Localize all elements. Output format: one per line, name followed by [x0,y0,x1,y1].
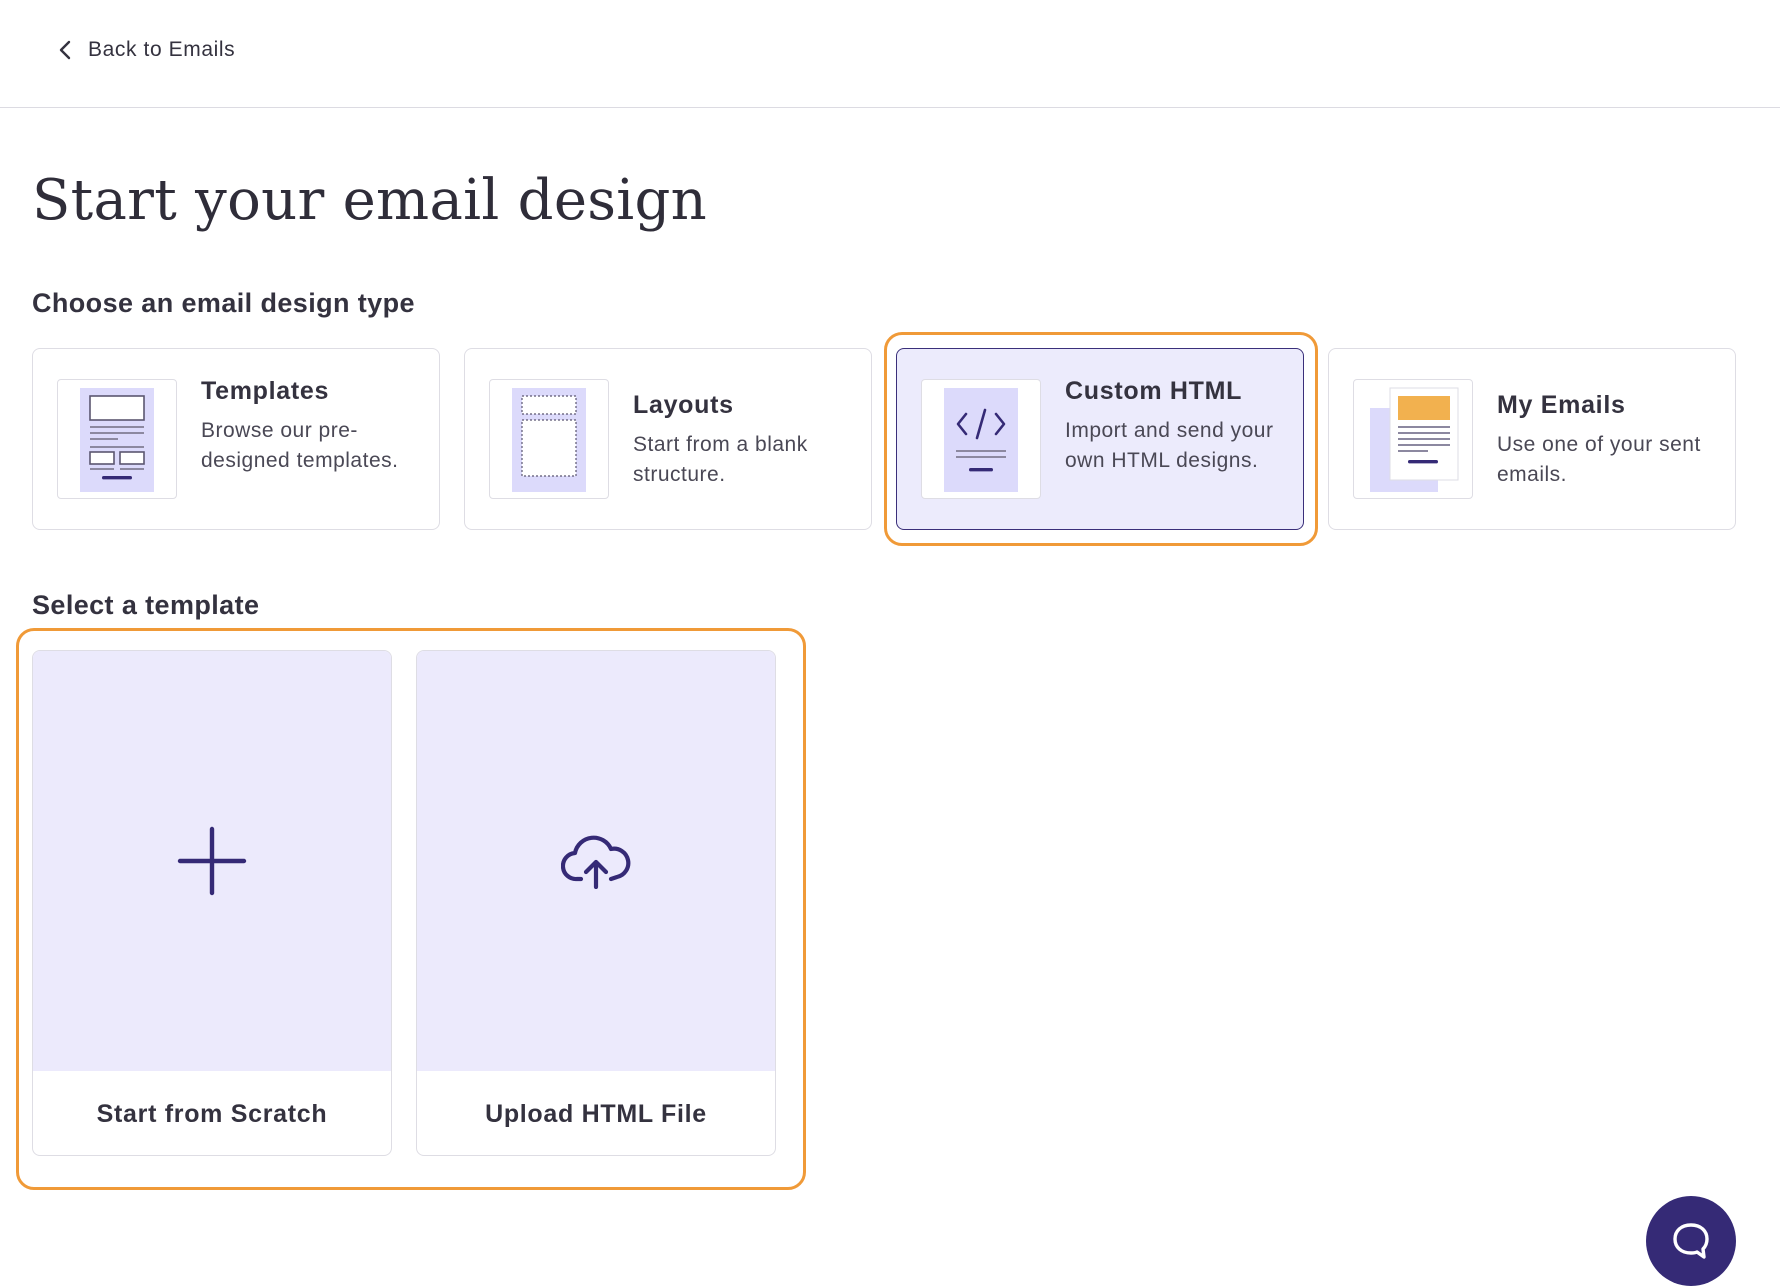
layouts-illustration [489,379,609,499]
design-type-title: Layouts [633,391,734,419]
templates-illustration-icon [80,388,154,492]
templates-illustration [57,379,177,499]
my-emails-illustration [1353,379,1473,499]
design-type-description: Use one of your sent emails. [1497,433,1701,486]
back-to-emails-label: Back to Emails [88,38,236,61]
start-from-scratch-card[interactable]: Start from Scratch [32,650,392,1156]
design-type-my-emails[interactable]: My Emails Use one of your sent emails. [1328,348,1736,530]
top-bar: Back to Emails [0,0,1780,108]
design-type-layouts[interactable]: Layouts Start from a blank structure. [464,348,872,530]
plus-icon [177,826,247,896]
design-type-description: Start from a blank structure. [633,433,808,486]
design-type-description: Browse our pre-designed templates. [201,419,399,472]
back-to-emails-link[interactable]: Back to Emails [56,38,235,62]
custom-html-illustration [921,379,1041,499]
design-type-title: My Emails [1497,391,1626,419]
upload-html-file-label: Upload HTML File [485,1099,707,1128]
design-type-templates[interactable]: Templates Browse our pre-designed templa… [32,348,440,530]
start-from-scratch-label: Start from Scratch [96,1099,328,1128]
design-type-title: Custom HTML [1065,377,1243,405]
layouts-illustration-icon [512,388,586,492]
start-from-scratch-preview [33,651,391,1071]
page-title: Start your email design [32,168,708,233]
upload-html-file-card[interactable]: Upload HTML File [416,650,776,1156]
design-type-description: Import and send your own HTML designs. [1065,419,1274,472]
code-illustration-icon [944,388,1018,492]
my-emails-illustration-icon [1370,387,1459,492]
chat-bubble-icon [1673,1223,1709,1259]
upload-html-file-preview [417,651,775,1071]
cloud-upload-icon [561,835,631,889]
design-type-heading: Choose an email design type [32,288,415,318]
chat-button[interactable] [1646,1196,1736,1286]
design-type-title: Templates [201,377,330,405]
chevron-left-icon [59,40,71,60]
select-template-heading: Select a template [32,590,260,620]
design-type-custom-html[interactable]: Custom HTML Import and send your own HTM… [896,348,1304,530]
